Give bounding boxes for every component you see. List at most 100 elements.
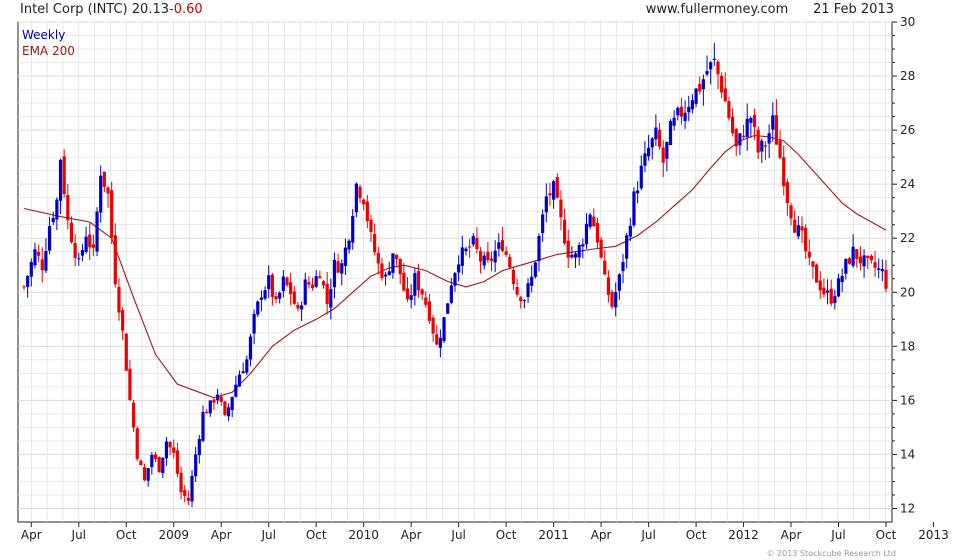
candle-body — [102, 171, 106, 187]
candle-body — [486, 251, 490, 261]
candle-body — [825, 290, 830, 293]
candle-body — [701, 79, 705, 90]
candle-body — [376, 252, 380, 264]
candle-body — [420, 289, 424, 295]
candle-body — [818, 280, 822, 291]
candle-body — [840, 275, 844, 283]
candle-body — [84, 236, 88, 253]
candle-body — [617, 274, 621, 291]
candle-body — [190, 475, 194, 502]
candle-body — [44, 250, 48, 271]
candle-body — [632, 191, 636, 226]
candle-body — [752, 114, 757, 128]
candle-body — [369, 219, 373, 232]
candle-body — [705, 71, 709, 75]
candle-body — [343, 247, 348, 266]
candle-body — [533, 262, 537, 277]
y-tick-label: 16 — [900, 393, 915, 407]
candle-body — [318, 276, 322, 279]
candle-body — [537, 236, 541, 262]
candle-body — [77, 258, 81, 260]
candle-body — [672, 117, 676, 126]
candle-body — [478, 250, 483, 262]
candle-body — [153, 454, 158, 460]
x-tick-label: Oct — [116, 528, 137, 542]
candle-body — [482, 255, 486, 266]
candle-body — [687, 106, 691, 113]
candle-body — [427, 301, 432, 321]
candle-body — [460, 247, 464, 266]
candle-body — [285, 277, 289, 286]
candle-body — [172, 447, 176, 453]
candle-body — [741, 135, 746, 137]
candle-body — [80, 249, 85, 256]
candle-body — [449, 285, 453, 303]
candle-body — [259, 297, 264, 300]
candle-body — [544, 196, 548, 213]
candle-body — [157, 457, 161, 473]
candle-body — [296, 304, 300, 309]
y-tick-label: 26 — [900, 123, 915, 137]
candle-body — [511, 269, 516, 285]
candle-body — [391, 253, 395, 273]
candle-body — [468, 246, 472, 248]
candle-body — [175, 450, 180, 474]
candle-body — [504, 251, 508, 255]
candle-body — [292, 291, 296, 304]
candle-body — [475, 237, 479, 249]
y-axis: 12 14 16 18 20 22 24 26 28 30 — [892, 15, 915, 515]
candle-body — [730, 116, 735, 134]
candle-body — [562, 219, 567, 244]
candle-body — [716, 61, 720, 75]
x-tick-label: Jul — [830, 528, 845, 542]
candle-body — [33, 249, 37, 266]
candle-body — [186, 497, 190, 501]
candle-body — [500, 240, 505, 251]
candle-body — [844, 259, 848, 274]
candle-body — [650, 138, 654, 148]
x-tick-label: 2011 — [538, 528, 569, 542]
candle-body — [822, 287, 826, 295]
candle-body — [646, 147, 651, 157]
candle-body — [453, 273, 457, 286]
x-tick-label: 2009 — [158, 528, 189, 542]
candle-body — [226, 407, 231, 417]
candle-body — [745, 118, 749, 138]
candle-body — [614, 292, 618, 308]
candle-body — [131, 402, 136, 428]
candle-body — [493, 250, 497, 263]
candle-body — [774, 115, 779, 145]
candle-body — [416, 271, 421, 291]
y-tick-label: 30 — [900, 15, 915, 29]
candle-body — [51, 218, 55, 223]
candle-body — [862, 255, 866, 267]
candle-body — [113, 235, 117, 285]
candle-body — [756, 129, 760, 153]
candle-body — [519, 297, 523, 302]
candle-body — [866, 255, 870, 258]
candle-body — [829, 288, 833, 304]
y-tick-label: 14 — [900, 447, 915, 461]
candle-body — [847, 258, 852, 264]
candle-body — [767, 133, 771, 144]
candle-body — [424, 297, 428, 305]
candle-body — [679, 106, 684, 117]
x-tick-label: Oct — [686, 528, 707, 542]
candle-body — [709, 62, 713, 70]
candle-body — [219, 396, 223, 402]
candle-body — [698, 83, 702, 92]
candle-body — [321, 281, 326, 286]
candle-body — [289, 282, 293, 295]
x-tick-label: 2012 — [728, 528, 759, 542]
candle-body — [351, 215, 355, 243]
candle-body — [310, 284, 315, 288]
candle-body — [409, 295, 413, 300]
candle-body — [661, 147, 665, 163]
candle-body — [603, 260, 607, 275]
candle-body — [541, 214, 545, 234]
candle-body — [135, 428, 139, 459]
legend-weekly: Weekly — [22, 28, 66, 42]
candle-body — [168, 441, 172, 448]
candle-body — [197, 438, 201, 456]
candle-body — [37, 251, 41, 256]
